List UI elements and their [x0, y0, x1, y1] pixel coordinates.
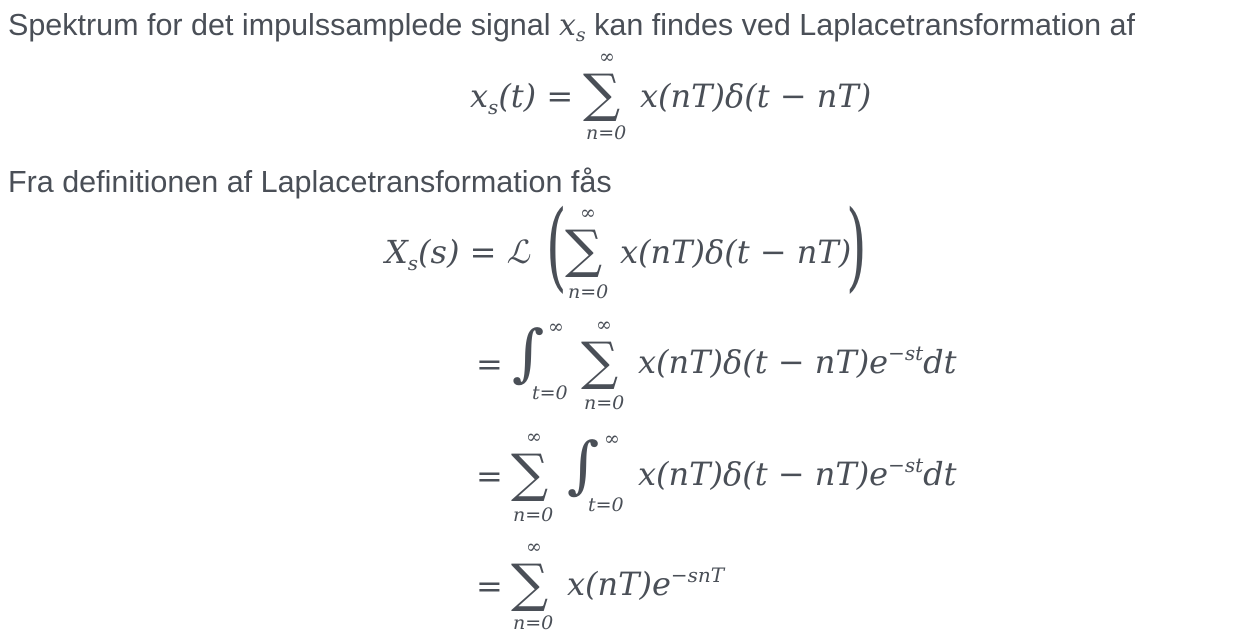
eq2-l1-close-paren: ) — [846, 190, 867, 302]
eq1-lhs: xs(t) = — [470, 77, 574, 117]
eq2-l2-equals: = — [476, 345, 503, 383]
inline-symbol-xs: xs — [558, 8, 586, 46]
eq2-l2-dt: dt — [923, 343, 957, 381]
inline-symbol: x — [558, 8, 576, 43]
paragraph-1-text-before: Spektrum for det impulssamplede signal — [8, 8, 551, 42]
eq2-l1-open-paren: ( — [546, 190, 567, 302]
eq2-l2-sum-lower: n=0 — [584, 392, 625, 414]
eq2-l1-lhs-symbol: X — [385, 233, 408, 271]
eq1-lhs-sub: s — [488, 95, 499, 119]
eq2-l2-body: x(nT)δ(t − nT)e−stdt — [638, 343, 957, 381]
eq2-l3-equals: = — [476, 457, 503, 495]
eq2-l4-equals: = — [476, 567, 503, 605]
eq2-l1-sum-lower: n=0 — [568, 281, 609, 303]
eq2-l3-sum-lower: n=0 — [513, 504, 554, 526]
eq2-l3-dt: dt — [923, 455, 957, 493]
eq2-l2-sum-symbol: ∑ — [581, 332, 619, 392]
inline-symbol-sub: s — [575, 24, 586, 46]
eq2-l1-sum-symbol: ∑ — [565, 220, 603, 280]
eq1-body: x(nT)δ(t − nT) — [640, 77, 872, 115]
eq2-l2-int-lower: t=0 — [532, 382, 568, 404]
paragraph-1: Spektrum for det impulssamplede signal x… — [8, 8, 1135, 46]
eq2-l4-sum-lower: n=0 — [513, 612, 554, 634]
eq2-l3-int-upper: ∞ — [604, 428, 620, 450]
eq2-l1-lhs-arg: (s) = ℒ — [418, 233, 530, 271]
eq2-l3-body: x(nT)δ(t − nT)e−stdt — [638, 455, 957, 493]
eq2-l3-int-symbol: ∫ — [567, 428, 600, 501]
eq2-l2-int-upper: ∞ — [548, 316, 564, 338]
eq2-l3-exponent: −st — [888, 453, 924, 477]
eq2-l4-body-main: x(nT)e — [567, 565, 671, 603]
eq1-lhs-arg: (t) = — [498, 77, 574, 115]
paragraph-2: Fra definitionen af Laplacetransformatio… — [8, 165, 612, 199]
eq1-sum-lower: n=0 — [586, 122, 627, 144]
eq2-l4-sum-symbol: ∑ — [511, 554, 549, 614]
eq2-l1-lhs: Xs(s) = ℒ — [385, 233, 530, 273]
eq1-lhs-symbol: x — [470, 77, 489, 115]
eq2-l3-body-main: x(nT)δ(t − nT)e — [638, 455, 889, 493]
eq2-l3-sum-symbol: ∑ — [511, 444, 549, 504]
eq2-l1-body: x(nT)δ(t − nT) — [620, 233, 852, 271]
eq2-l4-exponent: −snT — [670, 563, 725, 587]
eq2-l2-body-main: x(nT)δ(t − nT)e — [638, 343, 889, 381]
eq2-l2-exponent: −st — [888, 341, 924, 365]
eq1-sum-symbol: ∑ — [583, 64, 621, 124]
eq2-l1-lhs-sub: s — [407, 251, 419, 275]
paragraph-1-text-after: kan findes ved Laplacetransformation af — [594, 8, 1135, 42]
eq2-l2-int-symbol: ∫ — [512, 316, 545, 389]
eq2-l4-body: x(nT)e−snT — [567, 565, 724, 603]
eq2-l3-int-lower: t=0 — [588, 494, 624, 516]
